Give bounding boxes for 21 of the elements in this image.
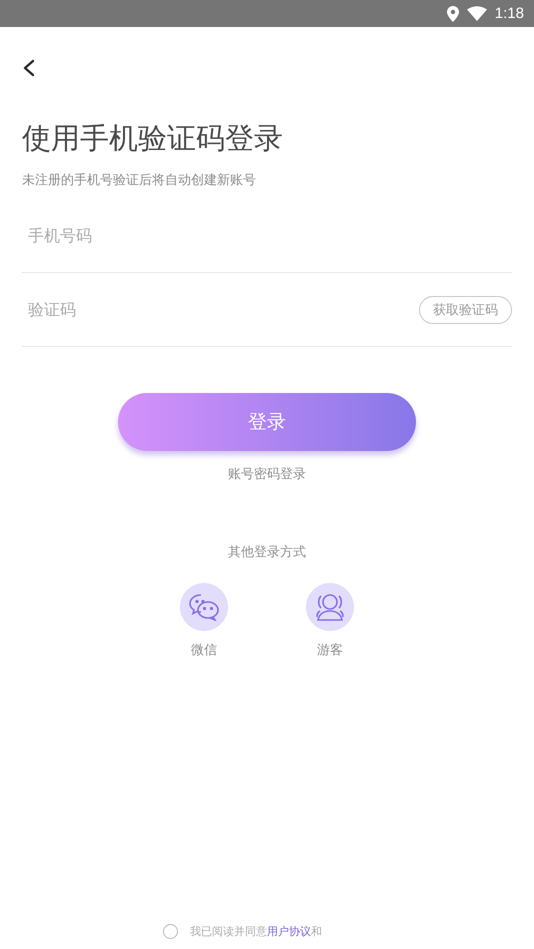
section-label: 其他登录方式	[228, 544, 306, 561]
user-agreement-link[interactable]: 用户协议	[267, 925, 311, 938]
location-icon	[446, 6, 459, 22]
method-label: 游客	[317, 642, 343, 659]
agreement-text: 我已阅读并同意用户协议和	[190, 924, 322, 939]
agreement-checkbox[interactable]	[163, 924, 178, 939]
chat-bubbles-icon	[188, 593, 220, 621]
users-icon	[313, 593, 347, 621]
subtitle: 未注册的手机号验证后将自动创建新账号	[22, 172, 256, 189]
wechat-login-button[interactable]	[180, 583, 228, 631]
method-label: 微信	[191, 642, 217, 659]
back-icon[interactable]	[22, 57, 36, 79]
login-button[interactable]: 登录	[118, 393, 416, 451]
clock: 1:18	[494, 5, 524, 22]
wifi-icon	[466, 6, 487, 21]
guest-login-button[interactable]	[306, 583, 354, 631]
code-input-field[interactable]: 验证码	[22, 290, 419, 330]
page-title: 使用手机验证码登录	[22, 120, 283, 157]
password-login-link[interactable]: 账号密码登录	[228, 465, 306, 483]
get-code-button[interactable]: 获取验证码	[419, 296, 512, 324]
phone-input-field[interactable]: 手机号码	[22, 216, 512, 256]
